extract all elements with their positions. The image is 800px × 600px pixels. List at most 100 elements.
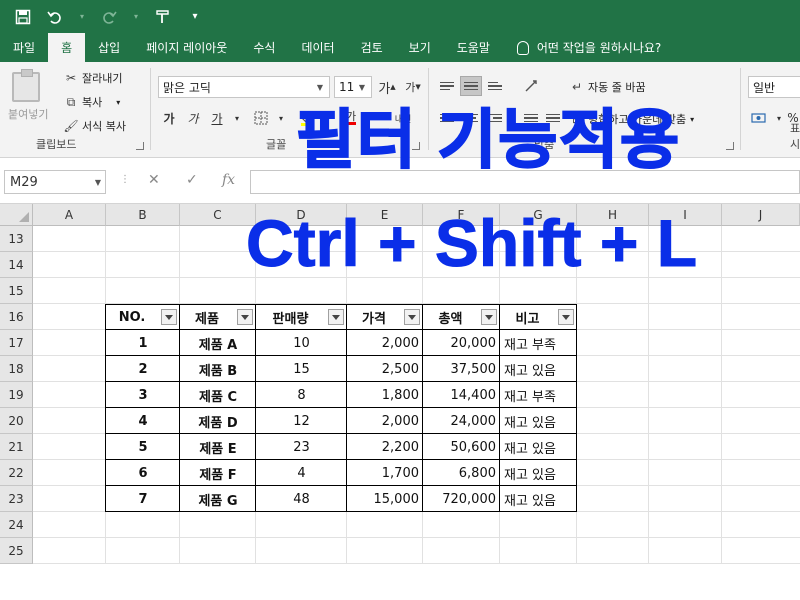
tell-me-box[interactable]: 어떤 작업을 원하시나요? bbox=[503, 33, 674, 62]
paste-button-label[interactable]: 붙여넣기 bbox=[8, 106, 48, 122]
table-cell[interactable]: 재고 있음 bbox=[500, 434, 577, 460]
column-header-b[interactable]: B bbox=[106, 204, 180, 226]
table-cell[interactable]: 24,000 bbox=[423, 408, 500, 434]
filter-dropdown-icon[interactable] bbox=[161, 309, 177, 325]
chevron-down-icon[interactable]: ▾ bbox=[270, 108, 292, 128]
splitter-dots-icon[interactable]: ⋮ bbox=[120, 174, 130, 185]
filter-dropdown-icon[interactable] bbox=[481, 309, 497, 325]
tab-insert[interactable]: 삽입 bbox=[85, 33, 133, 62]
table-cell[interactable]: 15 bbox=[256, 356, 347, 382]
customize-icon[interactable]: ▾ bbox=[186, 8, 204, 26]
paste-icon[interactable] bbox=[12, 69, 40, 102]
table-cell[interactable]: 720,000 bbox=[423, 486, 500, 512]
save-icon[interactable] bbox=[14, 8, 32, 26]
row-header-17[interactable]: 17 bbox=[0, 330, 33, 356]
tab-file[interactable]: 파일 bbox=[0, 33, 48, 62]
insert-function-icon[interactable]: fx bbox=[222, 172, 235, 188]
table-cell[interactable]: 재고 부족 bbox=[500, 330, 577, 356]
copy-button[interactable]: ⧉ 복사 ▾ bbox=[64, 94, 121, 110]
table-cell[interactable]: 7 bbox=[106, 486, 180, 512]
align-middle-icon[interactable] bbox=[460, 76, 482, 96]
italic-button[interactable]: 가 bbox=[182, 108, 204, 128]
table-cell[interactable]: 제품 E bbox=[180, 434, 256, 460]
number-format-combo[interactable]: 일반 bbox=[748, 76, 800, 98]
table-cell[interactable]: 제품 A bbox=[180, 330, 256, 356]
cancel-icon[interactable]: ✕ bbox=[148, 172, 160, 188]
table-cell[interactable]: 2,200 bbox=[347, 434, 423, 460]
table-cell[interactable]: 4 bbox=[106, 408, 180, 434]
tab-home[interactable]: 홈 bbox=[48, 33, 86, 62]
chevron-down-icon[interactable]: ▾ bbox=[226, 108, 248, 128]
row-header-15[interactable]: 15 bbox=[0, 278, 33, 304]
clipboard-launcher-icon[interactable] bbox=[136, 142, 144, 150]
table-header-cell[interactable]: 총액 bbox=[423, 304, 478, 330]
row-header-24[interactable]: 24 bbox=[0, 512, 33, 538]
filter-dropdown-icon[interactable] bbox=[328, 309, 344, 325]
table-cell[interactable]: 10 bbox=[256, 330, 347, 356]
table-cell[interactable]: 23 bbox=[256, 434, 347, 460]
cut-button[interactable]: ✂ 잘라내기 bbox=[64, 70, 123, 86]
table-cell[interactable]: 15,000 bbox=[347, 486, 423, 512]
table-cell[interactable]: 2,500 bbox=[347, 356, 423, 382]
chevron-down-icon[interactable]: ▾ bbox=[78, 8, 86, 26]
table-cell[interactable]: 6 bbox=[106, 460, 180, 486]
table-header-cell[interactable]: 비고 bbox=[500, 304, 555, 330]
borders-icon[interactable] bbox=[250, 108, 272, 128]
table-cell[interactable]: 3 bbox=[106, 382, 180, 408]
row-header-18[interactable]: 18 bbox=[0, 356, 33, 382]
table-cell[interactable]: 14,400 bbox=[423, 382, 500, 408]
tab-formulas[interactable]: 수식 bbox=[240, 33, 288, 62]
row-header-21[interactable]: 21 bbox=[0, 434, 33, 460]
currency-icon[interactable] bbox=[748, 108, 770, 128]
align-bottom-icon[interactable] bbox=[484, 76, 506, 96]
table-cell[interactable]: 1,800 bbox=[347, 382, 423, 408]
undo-icon[interactable] bbox=[46, 8, 64, 26]
format-painter-icon[interactable] bbox=[154, 8, 172, 26]
tab-help[interactable]: 도움말 bbox=[444, 33, 503, 62]
table-cell[interactable]: 2,000 bbox=[347, 330, 423, 356]
chevron-down-icon[interactable]: ▼ bbox=[355, 77, 369, 97]
table-cell[interactable]: 제품 G bbox=[180, 486, 256, 512]
redo-icon[interactable] bbox=[100, 8, 118, 26]
font-name-combo[interactable]: 맑은 고딕 ▼ bbox=[158, 76, 330, 98]
table-cell[interactable]: 1,700 bbox=[347, 460, 423, 486]
table-header-cell[interactable]: 가격 bbox=[347, 304, 401, 330]
table-cell[interactable]: 12 bbox=[256, 408, 347, 434]
filter-dropdown-icon[interactable] bbox=[237, 309, 253, 325]
table-cell[interactable]: 20,000 bbox=[423, 330, 500, 356]
table-cell[interactable]: 재고 부족 bbox=[500, 382, 577, 408]
column-header-j[interactable]: J bbox=[722, 204, 800, 226]
alignment-launcher-icon[interactable] bbox=[726, 142, 734, 150]
grow-font-button[interactable]: 가 ▲ bbox=[376, 77, 398, 97]
select-all-button[interactable] bbox=[0, 204, 33, 226]
table-cell[interactable]: 1 bbox=[106, 330, 180, 356]
table-cell[interactable]: 50,600 bbox=[423, 434, 500, 460]
column-header-a[interactable]: A bbox=[33, 204, 106, 226]
table-cell[interactable]: 제품 F bbox=[180, 460, 256, 486]
table-cell[interactable]: 재고 있음 bbox=[500, 356, 577, 382]
bold-button[interactable]: 가 bbox=[158, 108, 180, 128]
tab-page-layout[interactable]: 페이지 레이아웃 bbox=[133, 33, 240, 62]
column-header-c[interactable]: C bbox=[180, 204, 256, 226]
row-header-19[interactable]: 19 bbox=[0, 382, 33, 408]
tab-data[interactable]: 데이터 bbox=[288, 33, 347, 62]
wrap-text-button[interactable]: ↵ 자동 줄 바꿈 bbox=[570, 79, 646, 95]
filter-dropdown-icon[interactable] bbox=[558, 309, 574, 325]
table-header-cell[interactable]: 판매량 bbox=[256, 304, 325, 330]
table-cell[interactable]: 37,500 bbox=[423, 356, 500, 382]
table-cell[interactable]: 2 bbox=[106, 356, 180, 382]
table-cell[interactable]: 2,000 bbox=[347, 408, 423, 434]
chevron-down-icon[interactable]: ▼ bbox=[95, 178, 101, 187]
table-cell[interactable]: 재고 있음 bbox=[500, 460, 577, 486]
row-header-16[interactable]: 16 bbox=[0, 304, 33, 330]
shrink-font-button[interactable]: 가 ▼ bbox=[402, 77, 424, 97]
tab-view[interactable]: 보기 bbox=[396, 33, 444, 62]
row-header-14[interactable]: 14 bbox=[0, 252, 33, 278]
table-cell[interactable]: 6,800 bbox=[423, 460, 500, 486]
row-header-22[interactable]: 22 bbox=[0, 460, 33, 486]
font-size-combo[interactable]: 11 ▼ bbox=[334, 76, 372, 98]
align-top-icon[interactable] bbox=[436, 76, 458, 96]
table-header-cell[interactable]: NO. bbox=[106, 304, 158, 330]
row-header-13[interactable]: 13 bbox=[0, 226, 33, 252]
table-cell[interactable]: 4 bbox=[256, 460, 347, 486]
